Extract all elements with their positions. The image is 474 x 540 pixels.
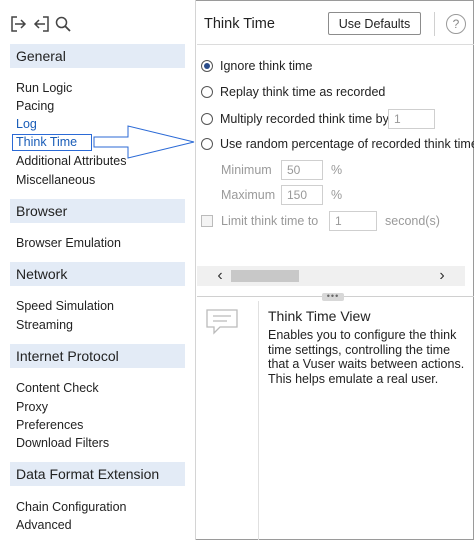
help-icon[interactable]: ? — [446, 14, 466, 34]
info-description: Enables you to configure the think time … — [268, 328, 465, 386]
panel-splitter[interactable]: ••• — [197, 292, 474, 301]
option-replay-label: Replay think time as recorded — [220, 85, 386, 99]
multiply-factor-input[interactable]: 1 — [388, 109, 435, 129]
info-title: Think Time View — [268, 308, 371, 324]
nav-item-content-check[interactable]: Content Check — [16, 380, 99, 396]
toolbar-divider — [434, 12, 435, 36]
panel-title: Think Time — [204, 16, 275, 32]
nav-item-advanced[interactable]: Advanced — [16, 517, 72, 533]
option-random-label: Use random percentage of recorded think … — [220, 137, 474, 151]
scroll-left-icon[interactable]: ‹ — [211, 266, 229, 286]
minimum-input[interactable]: 50 — [281, 160, 323, 180]
radio-random[interactable] — [201, 138, 213, 150]
maximum-input[interactable]: 150 — [281, 185, 323, 205]
nav-item-browser-emulation[interactable]: Browser Emulation — [16, 235, 121, 251]
nav-item-download-filters[interactable]: Download Filters — [16, 435, 109, 451]
nav-item-proxy[interactable]: Proxy — [16, 399, 48, 415]
nav-item-streaming[interactable]: Streaming — [16, 317, 73, 333]
nav-item-think-time[interactable]: Think Time — [12, 134, 92, 151]
radio-ignore[interactable] — [201, 60, 213, 72]
nav-item-pacing[interactable]: Pacing — [16, 98, 54, 114]
scrollbar-thumb[interactable] — [231, 270, 299, 282]
radio-replay[interactable] — [201, 86, 213, 98]
section-header-data-format-extension[interactable]: Data Format Extension — [10, 462, 185, 486]
nav-item-preferences[interactable]: Preferences — [16, 417, 83, 433]
minimum-label: Minimum — [221, 163, 272, 177]
limit-think-time-input[interactable]: 1 — [329, 211, 377, 231]
use-defaults-button[interactable]: Use Defaults — [328, 12, 421, 35]
option-multiply-think-time[interactable]: Multiply recorded think time by — [201, 110, 389, 128]
option-ignore-label: Ignore think time — [220, 59, 313, 73]
section-header-internet-protocol[interactable]: Internet Protocol — [10, 344, 185, 368]
horizontal-scrollbar[interactable]: ‹ › — [197, 266, 465, 286]
header-divider — [197, 44, 474, 45]
minimum-percent: % — [331, 163, 343, 177]
option-replay-think-time[interactable]: Replay think time as recorded — [201, 83, 385, 101]
nav-item-miscellaneous[interactable]: Miscellaneous — [16, 172, 95, 188]
nav-item-run-logic[interactable]: Run Logic — [16, 80, 72, 96]
option-ignore-think-time[interactable]: Ignore think time — [201, 57, 312, 75]
think-time-panel: Think Time Use Defaults ? Ignore think t… — [197, 0, 474, 540]
limit-think-time-checkbox[interactable] — [201, 215, 213, 227]
import-icon[interactable] — [10, 14, 28, 34]
sidebar: General Run Logic Pacing Log Think Time … — [0, 0, 196, 540]
section-header-general[interactable]: General — [10, 44, 185, 68]
section-header-network[interactable]: Network — [10, 262, 185, 286]
search-icon[interactable] — [54, 14, 72, 34]
option-random-percentage[interactable]: Use random percentage of recorded think … — [201, 135, 474, 153]
nav-item-speed-simulation[interactable]: Speed Simulation — [16, 298, 114, 314]
sidebar-toolbar — [10, 14, 72, 34]
nav-item-additional-attributes[interactable]: Additional Attributes — [16, 153, 127, 169]
limit-think-time-label: Limit think time to — [221, 214, 319, 228]
section-header-browser[interactable]: Browser — [10, 199, 185, 223]
export-icon[interactable] — [32, 14, 50, 34]
splitter-grip-icon[interactable]: ••• — [322, 292, 344, 301]
radio-multiply[interactable] — [201, 113, 213, 125]
option-multiply-label: Multiply recorded think time by — [220, 112, 389, 126]
info-divider — [258, 301, 259, 540]
maximum-label: Maximum — [221, 188, 276, 202]
nav-item-log[interactable]: Log — [16, 116, 37, 132]
limit-unit-label: second(s) — [385, 214, 440, 228]
comment-icon — [205, 308, 239, 336]
nav-item-chain-configuration[interactable]: Chain Configuration — [16, 499, 127, 515]
scroll-right-icon[interactable]: › — [433, 266, 451, 286]
maximum-percent: % — [331, 188, 343, 202]
